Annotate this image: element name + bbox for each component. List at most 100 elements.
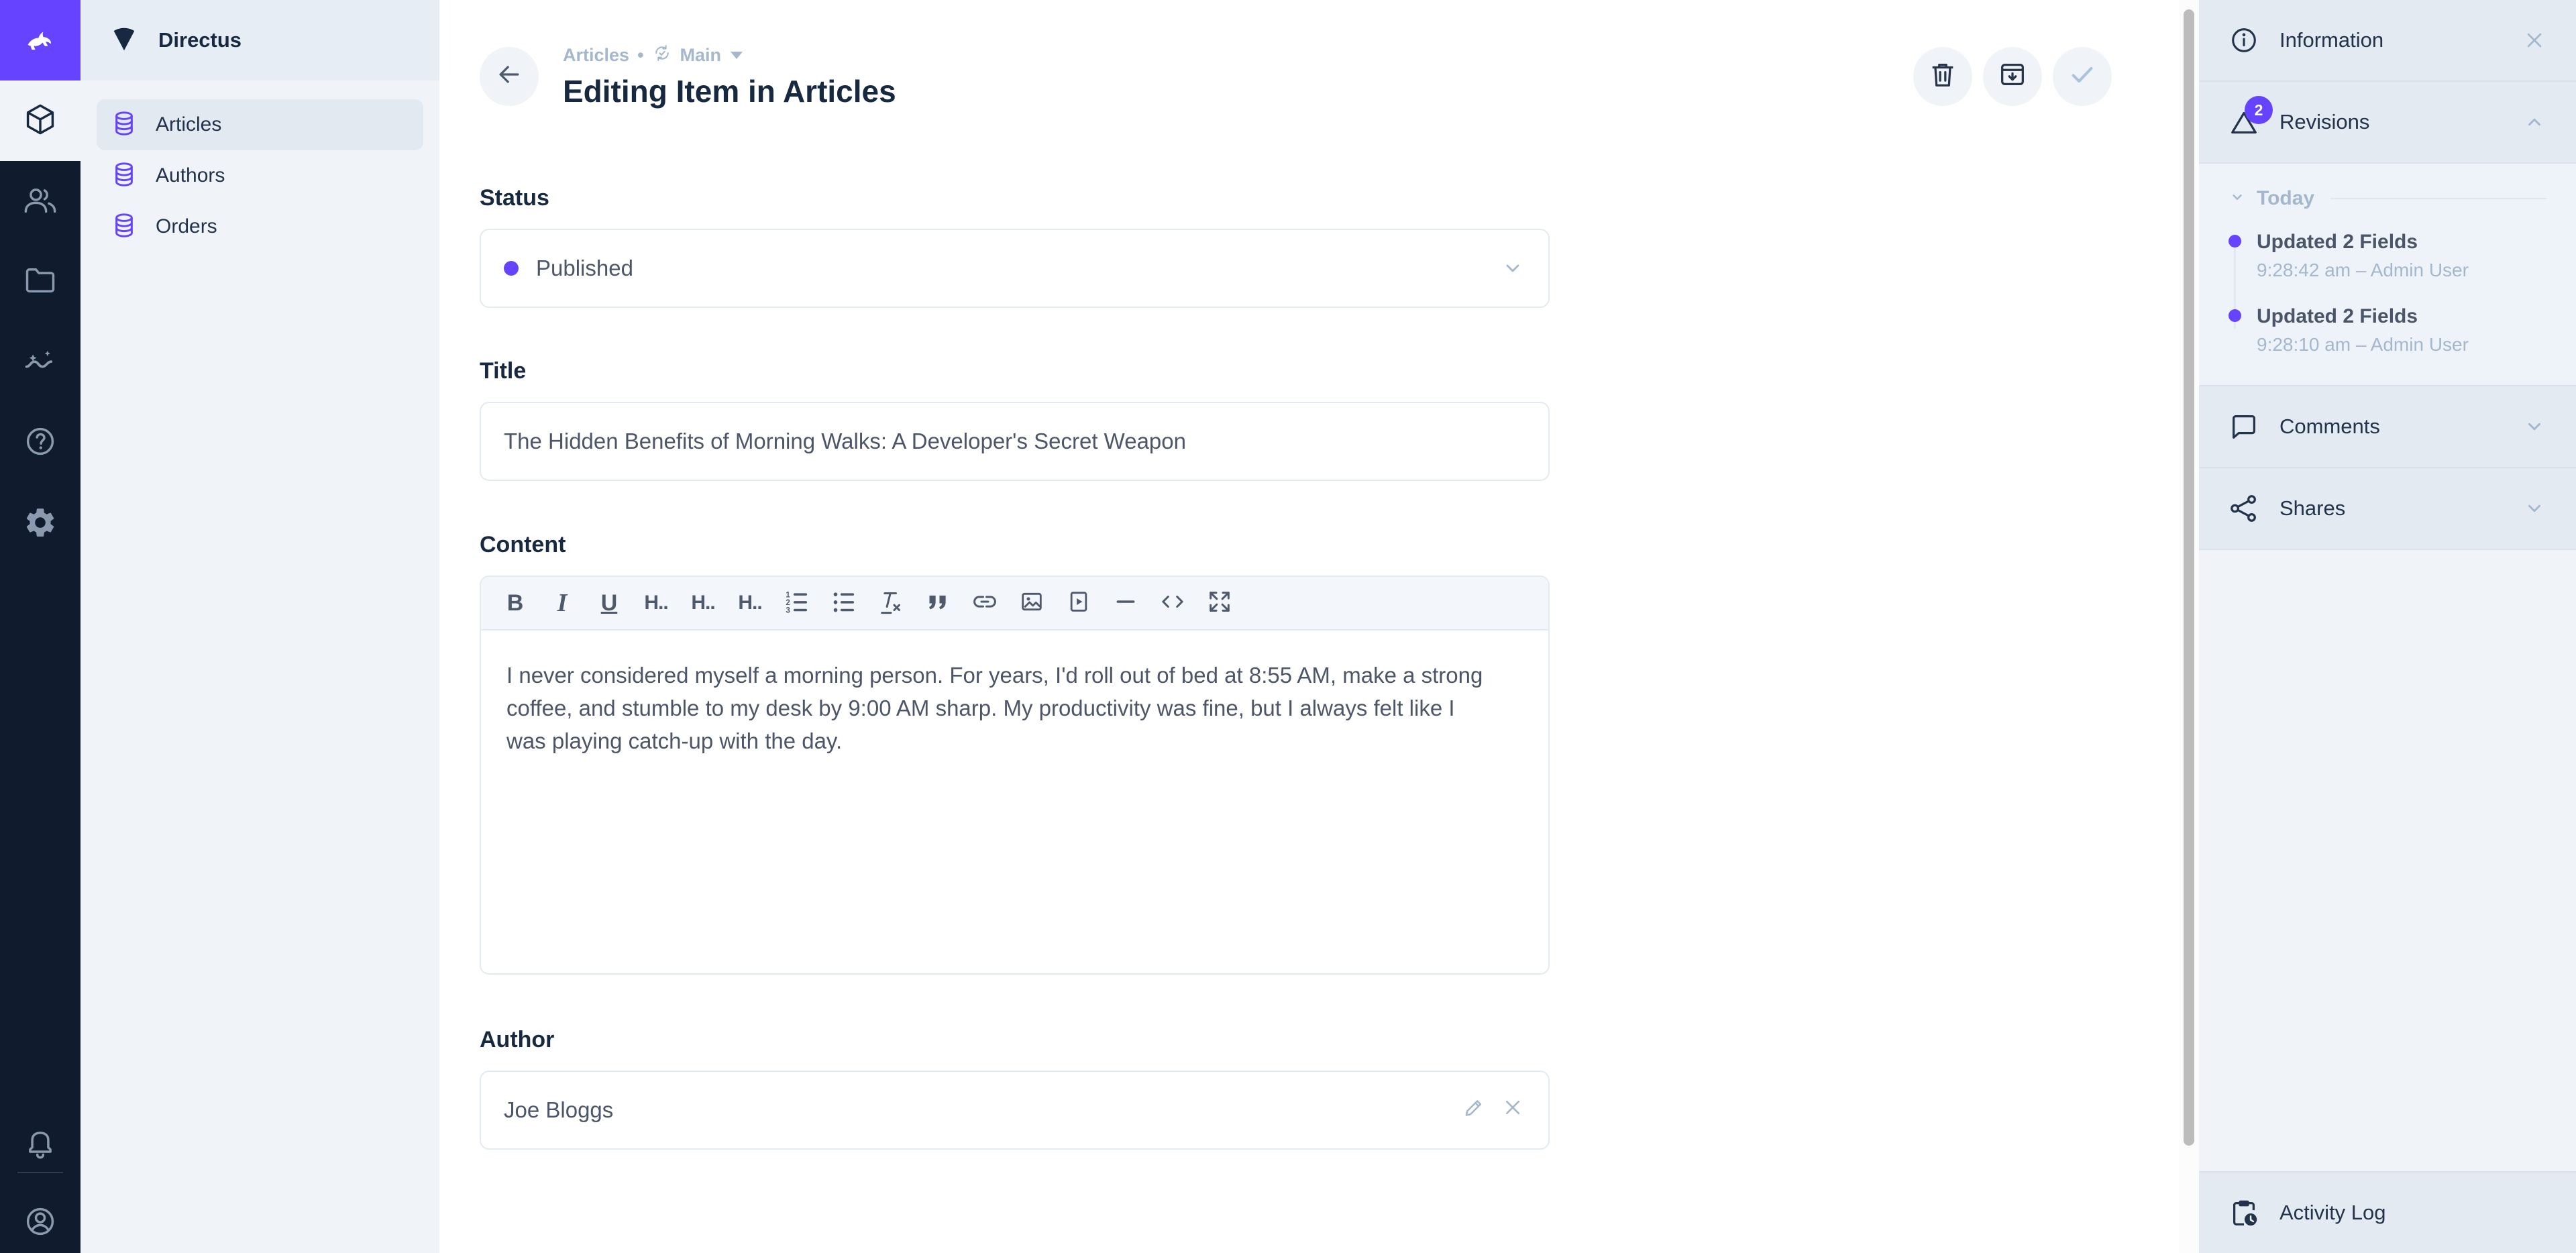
main-scrollbar xyxy=(2179,0,2199,1253)
comments-section[interactable]: Comments xyxy=(2199,386,2576,468)
field-author: Author Joe Bloggs xyxy=(480,1027,1550,1150)
trash-icon xyxy=(1927,59,1958,93)
italic-button[interactable]: I xyxy=(539,582,586,624)
link-button[interactable] xyxy=(961,582,1008,624)
heading-1-button[interactable]: H.. xyxy=(633,582,680,624)
information-label: Information xyxy=(2279,28,2383,52)
chevron-down-icon[interactable] xyxy=(2522,415,2546,439)
wysiwyg-editor: B I U H.. H.. H.. 123 xyxy=(480,576,1550,975)
bold-button[interactable]: B xyxy=(492,582,539,624)
activity-log-section[interactable]: Activity Log xyxy=(2199,1171,2576,1253)
sidebar-item-authors[interactable]: Authors xyxy=(97,150,423,201)
database-icon xyxy=(110,211,138,243)
header-actions xyxy=(1913,47,2112,106)
link-icon xyxy=(971,588,998,618)
user-menu-button[interactable] xyxy=(0,1183,80,1253)
underline-button[interactable]: U xyxy=(586,582,633,624)
close-sidebar-button[interactable] xyxy=(2522,28,2546,52)
breadcrumb[interactable]: Articles • Main xyxy=(563,43,896,68)
heading-1-icon: H.. xyxy=(644,592,667,614)
revision-title: Updated 2 Fields xyxy=(2257,231,2546,254)
module-insights[interactable] xyxy=(0,322,80,402)
status-select[interactable]: Published xyxy=(480,229,1550,308)
heading-3-button[interactable]: H.. xyxy=(727,582,773,624)
field-title: Title The Hidden Benefits of Morning Wal… xyxy=(480,358,1550,481)
module-help[interactable] xyxy=(0,402,80,483)
title-input[interactable]: The Hidden Benefits of Morning Walks: A … xyxy=(480,402,1550,481)
bullet-list-button[interactable] xyxy=(820,582,867,624)
revisions-count-badge: 2 xyxy=(2245,96,2273,124)
module-files[interactable] xyxy=(0,241,80,322)
project-switcher[interactable]: Directus xyxy=(80,0,439,80)
comments-label: Comments xyxy=(2279,415,2380,439)
fullscreen-button[interactable] xyxy=(1196,582,1243,624)
sidebar-item-label: Orders xyxy=(156,215,217,238)
status-dot xyxy=(504,261,519,276)
share-icon xyxy=(2229,493,2259,524)
users-icon xyxy=(23,182,58,221)
arrow-left-icon xyxy=(494,60,524,93)
title-block: Articles • Main Editing Item in Articles xyxy=(563,43,896,109)
breadcrumb-separator: • xyxy=(637,45,643,66)
gear-icon xyxy=(23,504,58,543)
select-chevron[interactable] xyxy=(1500,256,1525,281)
sidebar-item-label: Authors xyxy=(156,164,225,187)
status-label: Status xyxy=(480,185,1550,211)
author-relation[interactable]: Joe Bloggs xyxy=(480,1071,1550,1150)
archive-button[interactable] xyxy=(1983,47,2042,106)
video-button[interactable] xyxy=(1055,582,1102,624)
fullscreen-icon xyxy=(1206,588,1233,618)
chevron-up-icon[interactable] xyxy=(2522,110,2546,134)
breadcrumb-collection[interactable]: Articles xyxy=(563,45,629,66)
revision-title: Updated 2 Fields xyxy=(2257,305,2546,328)
bell-icon xyxy=(23,1126,58,1164)
revisions-icon: 2 xyxy=(2229,107,2259,138)
edit-pencil-icon[interactable] xyxy=(1461,1095,1487,1126)
revision-dot xyxy=(2229,235,2241,248)
bullet-list-icon xyxy=(830,588,857,618)
content-module-icon xyxy=(23,102,58,140)
date-group-rule xyxy=(2330,198,2546,199)
revision-entry[interactable]: Updated 2 Fields 9:28:42 am – Admin User xyxy=(2257,231,2546,281)
delete-button[interactable] xyxy=(1913,47,1972,106)
video-icon xyxy=(1065,588,1092,618)
scrollbar-thumb[interactable] xyxy=(2184,9,2194,1146)
revisions-section[interactable]: 2 Revisions xyxy=(2199,82,2576,164)
module-settings[interactable] xyxy=(0,483,80,563)
info-icon xyxy=(2229,25,2259,56)
blockquote-button[interactable] xyxy=(914,582,961,624)
content-label: Content xyxy=(480,532,1550,558)
heading-2-button[interactable]: H.. xyxy=(680,582,727,624)
field-content: Content B I U H.. H.. H.. 123 xyxy=(480,532,1550,975)
title-value: The Hidden Benefits of Morning Walks: A … xyxy=(504,429,1186,454)
information-section[interactable]: Information xyxy=(2199,0,2576,82)
author-label: Author xyxy=(480,1027,1550,1053)
sidebar-item-articles[interactable]: Articles xyxy=(97,99,423,150)
chevron-down-icon xyxy=(2229,188,2246,209)
save-button[interactable] xyxy=(2053,47,2112,106)
chevron-down-icon[interactable] xyxy=(2522,496,2546,521)
breadcrumb-version[interactable]: Main xyxy=(680,45,722,66)
editor-body[interactable]: I never considered myself a morning pers… xyxy=(481,631,1548,973)
revision-entry[interactable]: Updated 2 Fields 9:28:10 am – Admin User xyxy=(2257,305,2546,356)
sidebar-item-orders[interactable]: Orders xyxy=(97,201,423,252)
underline-icon: U xyxy=(601,590,618,616)
deselect-x-icon[interactable] xyxy=(1500,1095,1525,1126)
directus-logo-button[interactable] xyxy=(0,0,80,80)
back-button[interactable] xyxy=(480,47,539,106)
horizontal-rule-button[interactable] xyxy=(1102,582,1149,624)
editor-toolbar: B I U H.. H.. H.. 123 xyxy=(481,577,1548,631)
ordered-list-button[interactable]: 123 xyxy=(773,582,820,624)
nav-sidebar: Directus Articles Authors Orders xyxy=(80,0,439,1253)
version-icon xyxy=(652,43,672,68)
image-button[interactable] xyxy=(1008,582,1055,624)
archive-icon xyxy=(1997,59,2028,93)
clear-format-button[interactable] xyxy=(867,582,914,624)
italic-icon: I xyxy=(557,588,568,618)
revision-date-group[interactable]: Today xyxy=(2229,181,2546,216)
module-bar-divider xyxy=(17,1172,63,1173)
shares-section[interactable]: Shares xyxy=(2199,468,2576,550)
module-users[interactable] xyxy=(0,161,80,241)
code-button[interactable] xyxy=(1149,582,1196,624)
module-content[interactable] xyxy=(0,80,80,161)
